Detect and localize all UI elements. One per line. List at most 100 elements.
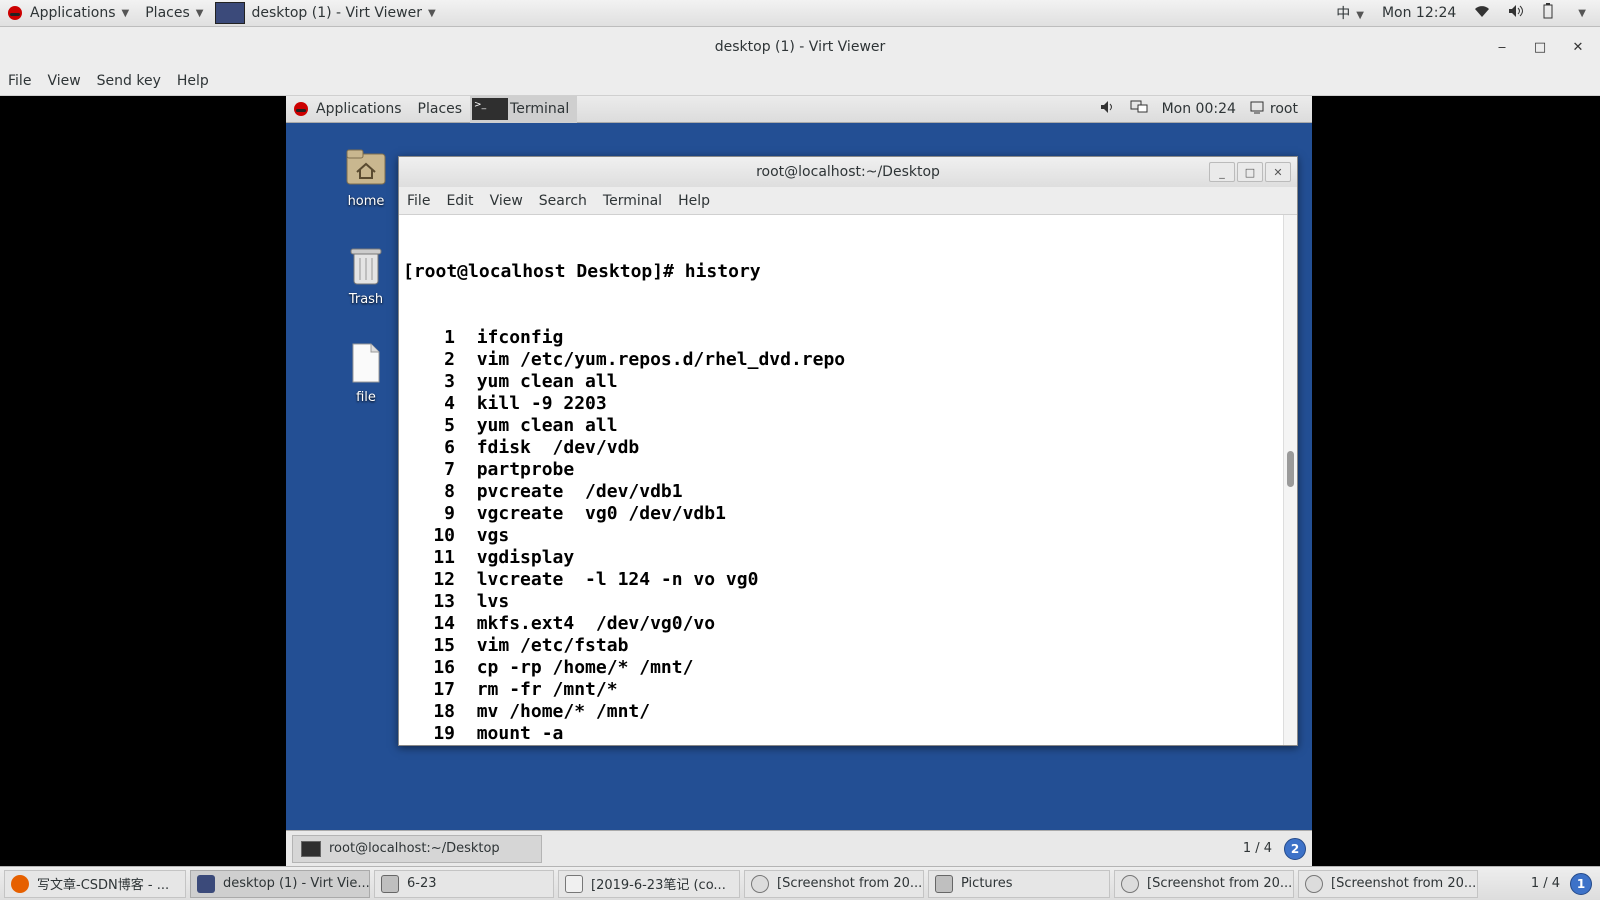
host-notification-badge[interactable]: 1 bbox=[1570, 872, 1592, 895]
guest-taskbar-terminal-button[interactable]: root@localhost:~/Desktop bbox=[292, 834, 542, 863]
menu-send-key[interactable]: Send key bbox=[97, 73, 161, 89]
history-number: 5 bbox=[444, 415, 455, 436]
terminal-menu-edit[interactable]: Edit bbox=[446, 193, 473, 209]
menu-view[interactable]: View bbox=[47, 73, 80, 89]
history-list: 1 ifconfig 2 vim /etc/yum.repos.d/rhel_dv… bbox=[403, 327, 1279, 745]
virt-viewer-title: desktop (1) - Virt Viewer bbox=[714, 39, 886, 55]
menu-help[interactable]: Help bbox=[177, 73, 209, 89]
guest-terminal-app-button[interactable]: >_ Terminal bbox=[470, 96, 578, 123]
file-manager-icon bbox=[935, 874, 953, 893]
guest-terminal-label: Terminal bbox=[510, 101, 570, 117]
history-entry: 17 rm -fr /mnt/* bbox=[403, 679, 1279, 701]
terminal-menu-view[interactable]: View bbox=[490, 193, 523, 209]
history-number: 12 bbox=[433, 569, 455, 590]
host-task-folder-6-23[interactable]: 6-23 bbox=[374, 869, 554, 898]
history-command: kill -9 2203 bbox=[476, 393, 607, 414]
close-button[interactable]: ✕ bbox=[1563, 27, 1593, 67]
history-number: 13 bbox=[433, 591, 455, 612]
guest-places-menu[interactable]: Places bbox=[410, 96, 471, 123]
host-task-screenshot-3[interactable]: [Screenshot from 20... bbox=[1298, 869, 1478, 898]
guest-applications-menu[interactable]: Applications bbox=[286, 96, 410, 123]
network-icon[interactable] bbox=[1130, 100, 1148, 118]
input-method-indicator[interactable]: 中 ▼ bbox=[1336, 3, 1364, 23]
history-number: 9 bbox=[444, 503, 455, 524]
terminal-menu-search[interactable]: Search bbox=[539, 193, 587, 209]
history-command: vgdisplay bbox=[476, 547, 575, 568]
terminal-minimize-button[interactable]: _ bbox=[1209, 162, 1235, 182]
chevron-down-icon: ▼ bbox=[427, 7, 436, 19]
volume-icon[interactable] bbox=[1100, 100, 1116, 118]
terminal-output[interactable]: [root@localhost Desktop]# history 1 ifco… bbox=[399, 215, 1283, 745]
terminal-menu-help[interactable]: Help bbox=[678, 193, 710, 209]
terminal-titlebar[interactable]: root@localhost:~/Desktop _ □ ✕ bbox=[399, 157, 1297, 187]
image-viewer-icon bbox=[1305, 874, 1323, 893]
desktop-icon-label: Trash bbox=[348, 292, 384, 307]
history-entry: 15 vim /etc/fstab bbox=[403, 635, 1279, 657]
history-number: 15 bbox=[433, 635, 455, 656]
desktop-icon-trash[interactable]: Trash bbox=[336, 244, 396, 307]
terminal-close-button[interactable]: ✕ bbox=[1265, 162, 1291, 182]
chevron-down-icon: ▼ bbox=[121, 7, 130, 19]
history-command: cp -rp /home/* /mnt/ bbox=[476, 657, 694, 678]
history-entry: 10 vgs bbox=[403, 525, 1279, 547]
terminal-menu-terminal[interactable]: Terminal bbox=[603, 193, 662, 209]
history-entry: 19 mount -a bbox=[403, 723, 1279, 745]
history-number: 17 bbox=[433, 679, 455, 700]
host-taskbar: 写文章-CSDN博客 - ... desktop (1) - Virt Vie.… bbox=[0, 866, 1600, 900]
terminal-menu-file[interactable]: File bbox=[407, 193, 430, 209]
power-menu-chevron-icon[interactable]: ▼ bbox=[1578, 8, 1586, 19]
guest-places-label: Places bbox=[417, 101, 463, 117]
host-task-label: 6-23 bbox=[407, 876, 437, 891]
history-entry: 14 mkfs.ext4 /dev/vg0/vo bbox=[403, 613, 1279, 635]
host-places-menu[interactable]: Places ▼ bbox=[137, 0, 211, 27]
desktop-icon-home[interactable]: home bbox=[336, 146, 396, 209]
guest-user-label: root bbox=[1269, 101, 1298, 117]
host-task-pictures[interactable]: Pictures bbox=[928, 869, 1110, 898]
history-number: 7 bbox=[444, 459, 455, 480]
host-task-label: [Screenshot from 20... bbox=[1147, 876, 1293, 891]
history-command: mkfs.ext4 /dev/vg0/vo bbox=[476, 613, 716, 634]
history-entry: 12 lvcreate -l 124 -n vo vg0 bbox=[403, 569, 1279, 591]
host-task-notes[interactable]: [2019-6-23笔记 (co... bbox=[558, 869, 740, 898]
host-applications-menu[interactable]: Applications ▼ bbox=[0, 0, 137, 27]
history-command: rm -fr /mnt/* bbox=[476, 679, 618, 700]
host-window-list-button[interactable]: desktop (1) - Virt Viewer ▼ bbox=[211, 0, 443, 27]
guest-display[interactable]: Applications Places >_ Terminal Mon 00:2… bbox=[286, 96, 1312, 866]
minimize-button[interactable]: ‒ bbox=[1487, 27, 1517, 67]
guest-notification-badge[interactable]: 2 bbox=[1284, 837, 1306, 860]
history-number: 18 bbox=[433, 701, 455, 722]
host-workspace-indicator[interactable]: 1 / 4 bbox=[1531, 876, 1560, 891]
guest-workspace-indicator[interactable]: 1 / 4 bbox=[1243, 841, 1272, 856]
guest-user-menu[interactable]: root bbox=[1250, 100, 1298, 118]
history-number: 4 bbox=[444, 393, 455, 414]
terminal-window: root@localhost:~/Desktop _ □ ✕ File Edit… bbox=[398, 156, 1298, 746]
host-task-firefox[interactable]: 写文章-CSDN博客 - ... bbox=[4, 869, 186, 898]
host-task-virt-viewer[interactable]: desktop (1) - Virt Vie... bbox=[190, 869, 370, 898]
battery-icon[interactable] bbox=[1542, 3, 1554, 23]
history-entry: 2 vim /etc/yum.repos.d/rhel_dvd.repo bbox=[403, 349, 1279, 371]
history-command: mv /home/* /mnt/ bbox=[476, 701, 651, 722]
history-number: 2 bbox=[444, 349, 455, 370]
host-task-screenshot-1[interactable]: [Screenshot from 20... bbox=[744, 869, 924, 898]
history-number: 6 bbox=[444, 437, 455, 458]
guest-clock[interactable]: Mon 00:24 bbox=[1162, 101, 1236, 117]
history-command: pvcreate /dev/vdb1 bbox=[476, 481, 683, 502]
terminal-scrollbar-thumb[interactable] bbox=[1287, 451, 1294, 487]
terminal-maximize-button[interactable]: □ bbox=[1237, 162, 1263, 182]
history-entry: 6 fdisk /dev/vdb bbox=[403, 437, 1279, 459]
wifi-icon[interactable] bbox=[1474, 4, 1490, 22]
firefox-icon bbox=[11, 874, 29, 893]
history-command: ifconfig bbox=[476, 327, 564, 348]
host-task-screenshot-2[interactable]: [Screenshot from 20... bbox=[1114, 869, 1294, 898]
virt-viewer-titlebar: desktop (1) - Virt Viewer ‒ □ ✕ bbox=[0, 27, 1600, 67]
maximize-button[interactable]: □ bbox=[1525, 27, 1555, 67]
chevron-down-icon: ▼ bbox=[195, 7, 204, 19]
trash-icon bbox=[345, 244, 387, 286]
host-clock[interactable]: Mon 12:24 bbox=[1382, 5, 1456, 21]
volume-icon[interactable] bbox=[1508, 4, 1524, 22]
desktop-icon-file[interactable]: file bbox=[336, 342, 396, 405]
terminal-icon bbox=[301, 840, 321, 857]
terminal-scrollbar[interactable] bbox=[1283, 215, 1297, 745]
menu-file[interactable]: File bbox=[8, 73, 31, 89]
history-entry: 5 yum clean all bbox=[403, 415, 1279, 437]
